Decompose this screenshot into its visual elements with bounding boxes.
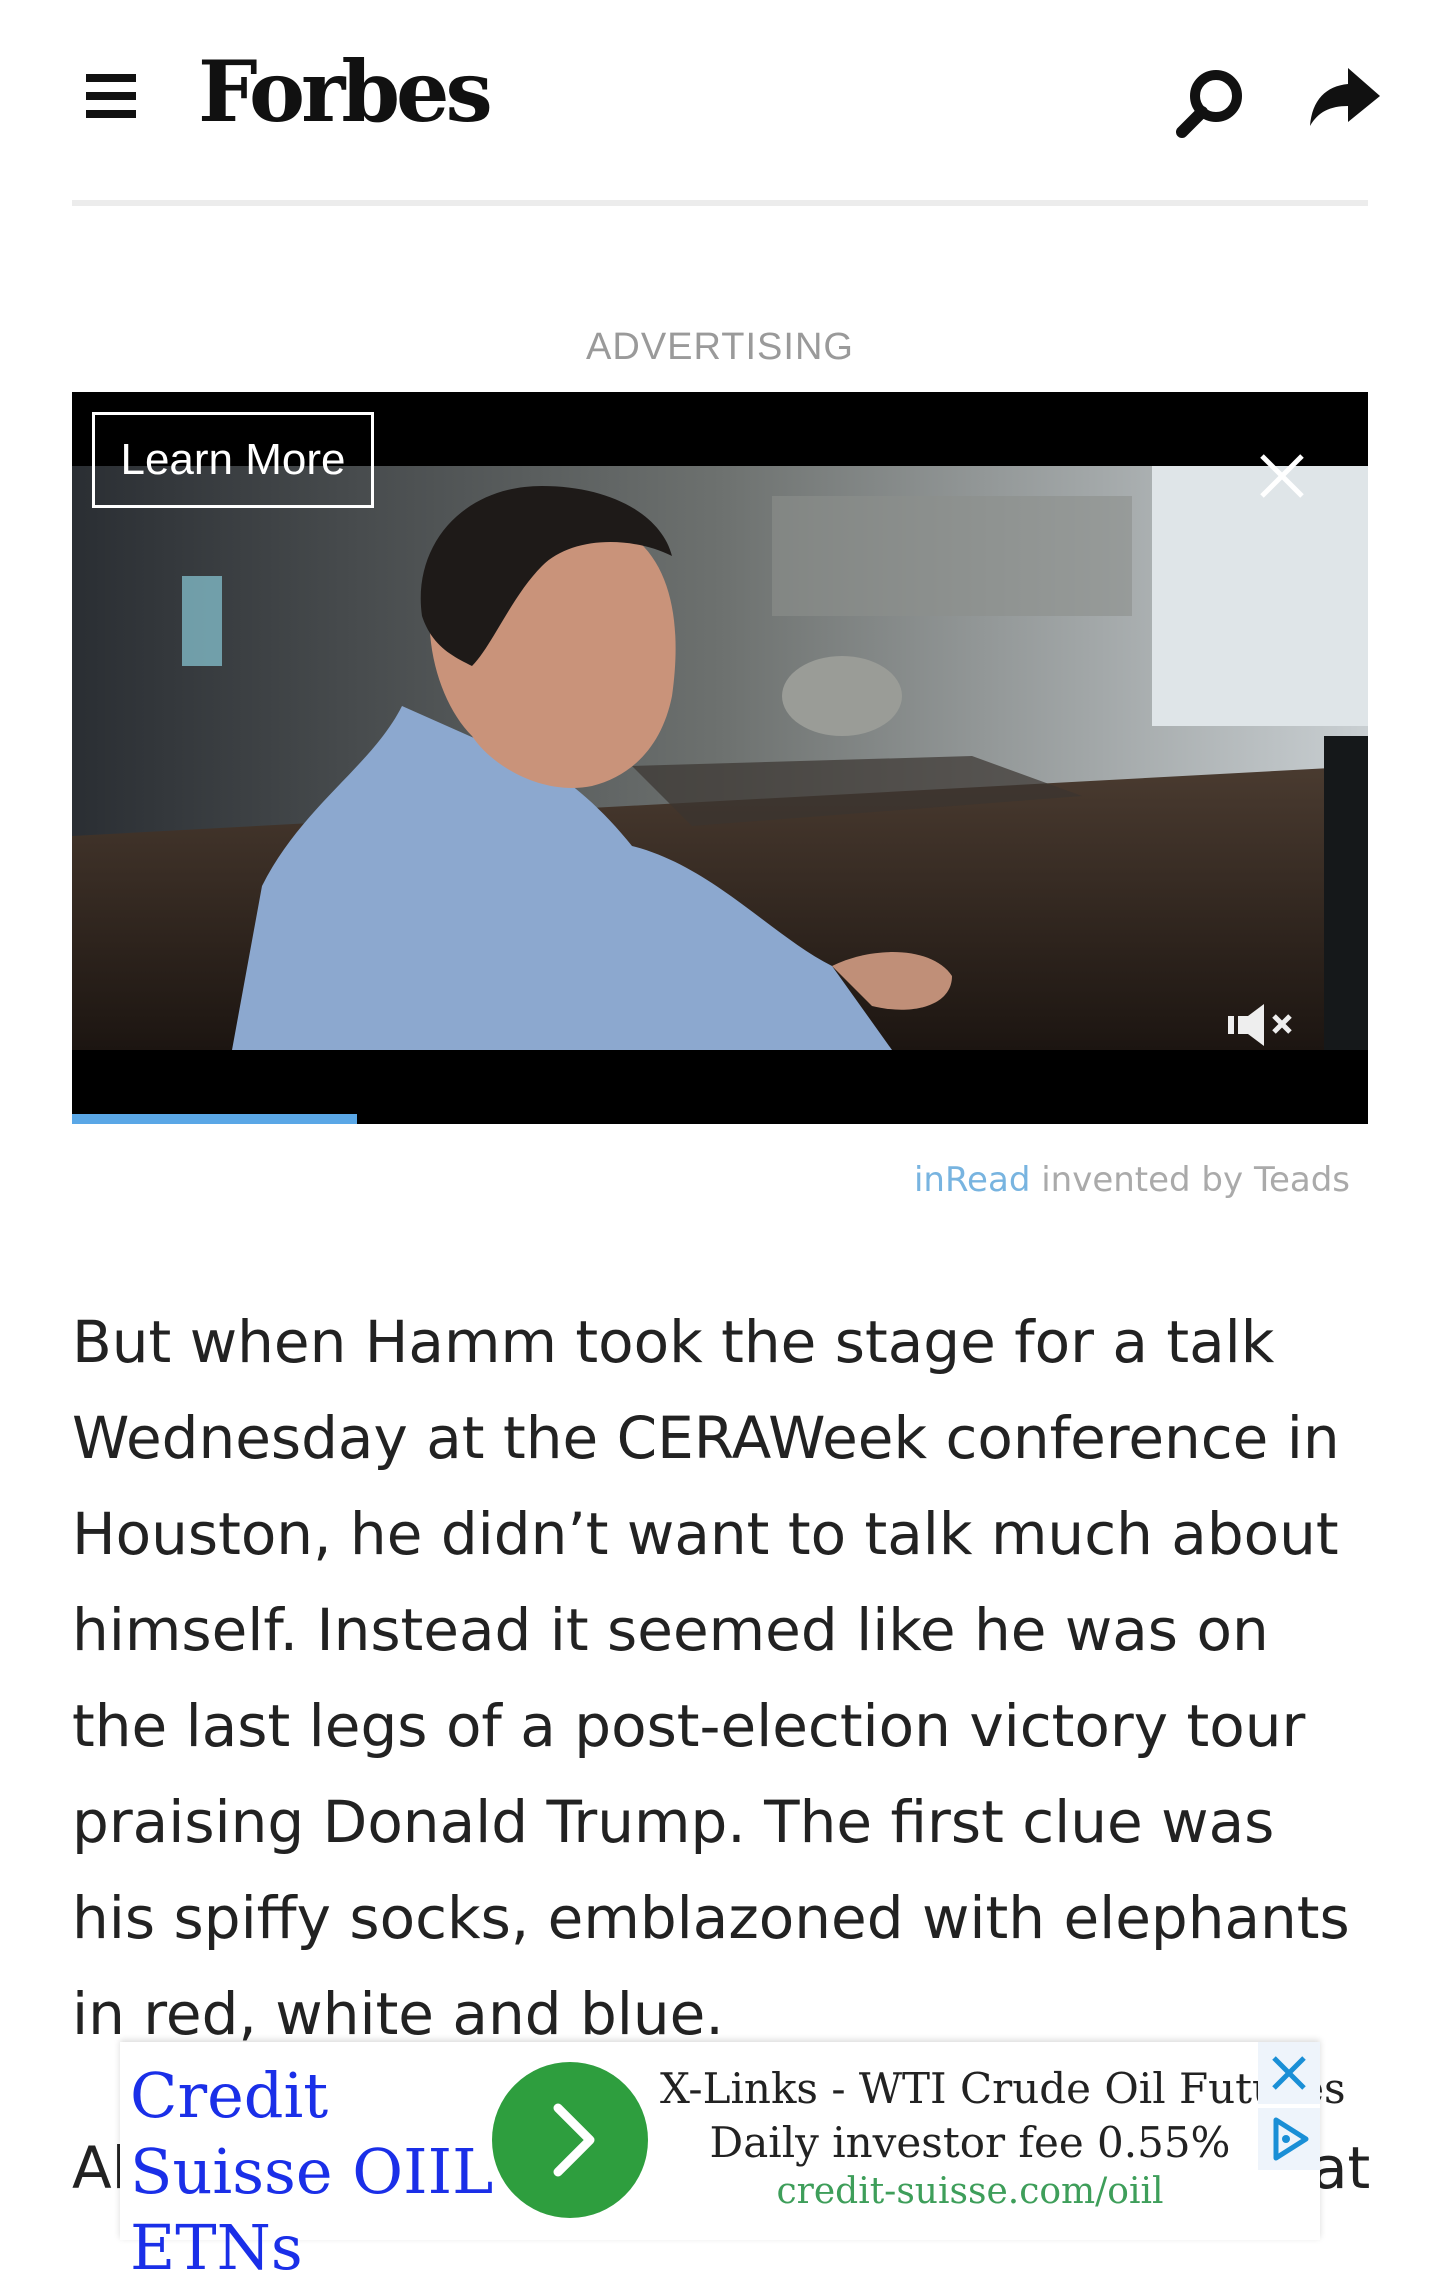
video-ad-player[interactable]: Learn More (72, 392, 1368, 1124)
article-paragraph: But when Hamm took the stage for a talk … (72, 1308, 1350, 2048)
site-header: Forbes (0, 0, 1440, 200)
search-icon[interactable] (1172, 62, 1252, 142)
video-progress-bar[interactable] (72, 1114, 1368, 1124)
header-divider (72, 200, 1368, 206)
share-icon[interactable] (1304, 60, 1384, 140)
ad-attribution: inRead invented by Teads (914, 1160, 1350, 1200)
attribution-text: invented by Teads (1030, 1160, 1350, 1200)
ad-headline: X-Links - WTI Crude Oil Futures (660, 2064, 1346, 2113)
forbes-logo[interactable]: Forbes (198, 50, 493, 134)
adchoices-icon[interactable] (1258, 2108, 1320, 2170)
paragraph-end-fragment: at (1312, 2134, 1371, 2202)
ad-url[interactable]: credit-suisse.com/oiil (660, 2170, 1280, 2214)
advertising-label: ADVERTISING (586, 326, 854, 368)
ad-go-button[interactable] (492, 2062, 648, 2218)
sticky-bottom-ad[interactable]: Credit Suisse OIIL ETNs X-Links - WTI Cr… (120, 2042, 1346, 2284)
video-progress-fill (72, 1114, 358, 1124)
ad-close-icon[interactable] (1258, 2042, 1320, 2104)
learn-more-button[interactable]: Learn More (92, 412, 374, 508)
ad-fee-text: Daily investor fee 0.55% (709, 2118, 1231, 2167)
inread-link[interactable]: inRead (914, 1160, 1030, 1200)
ad-description[interactable]: X-Links - WTI Crude Oil Futures Daily in… (660, 2062, 1346, 2214)
video-frame[interactable] (72, 466, 1368, 1050)
ad-title[interactable]: Credit Suisse OIIL ETNs (130, 2058, 520, 2286)
close-icon[interactable] (1252, 446, 1312, 506)
hamburger-menu-icon[interactable] (86, 74, 136, 118)
muted-speaker-icon[interactable] (1226, 1000, 1302, 1050)
